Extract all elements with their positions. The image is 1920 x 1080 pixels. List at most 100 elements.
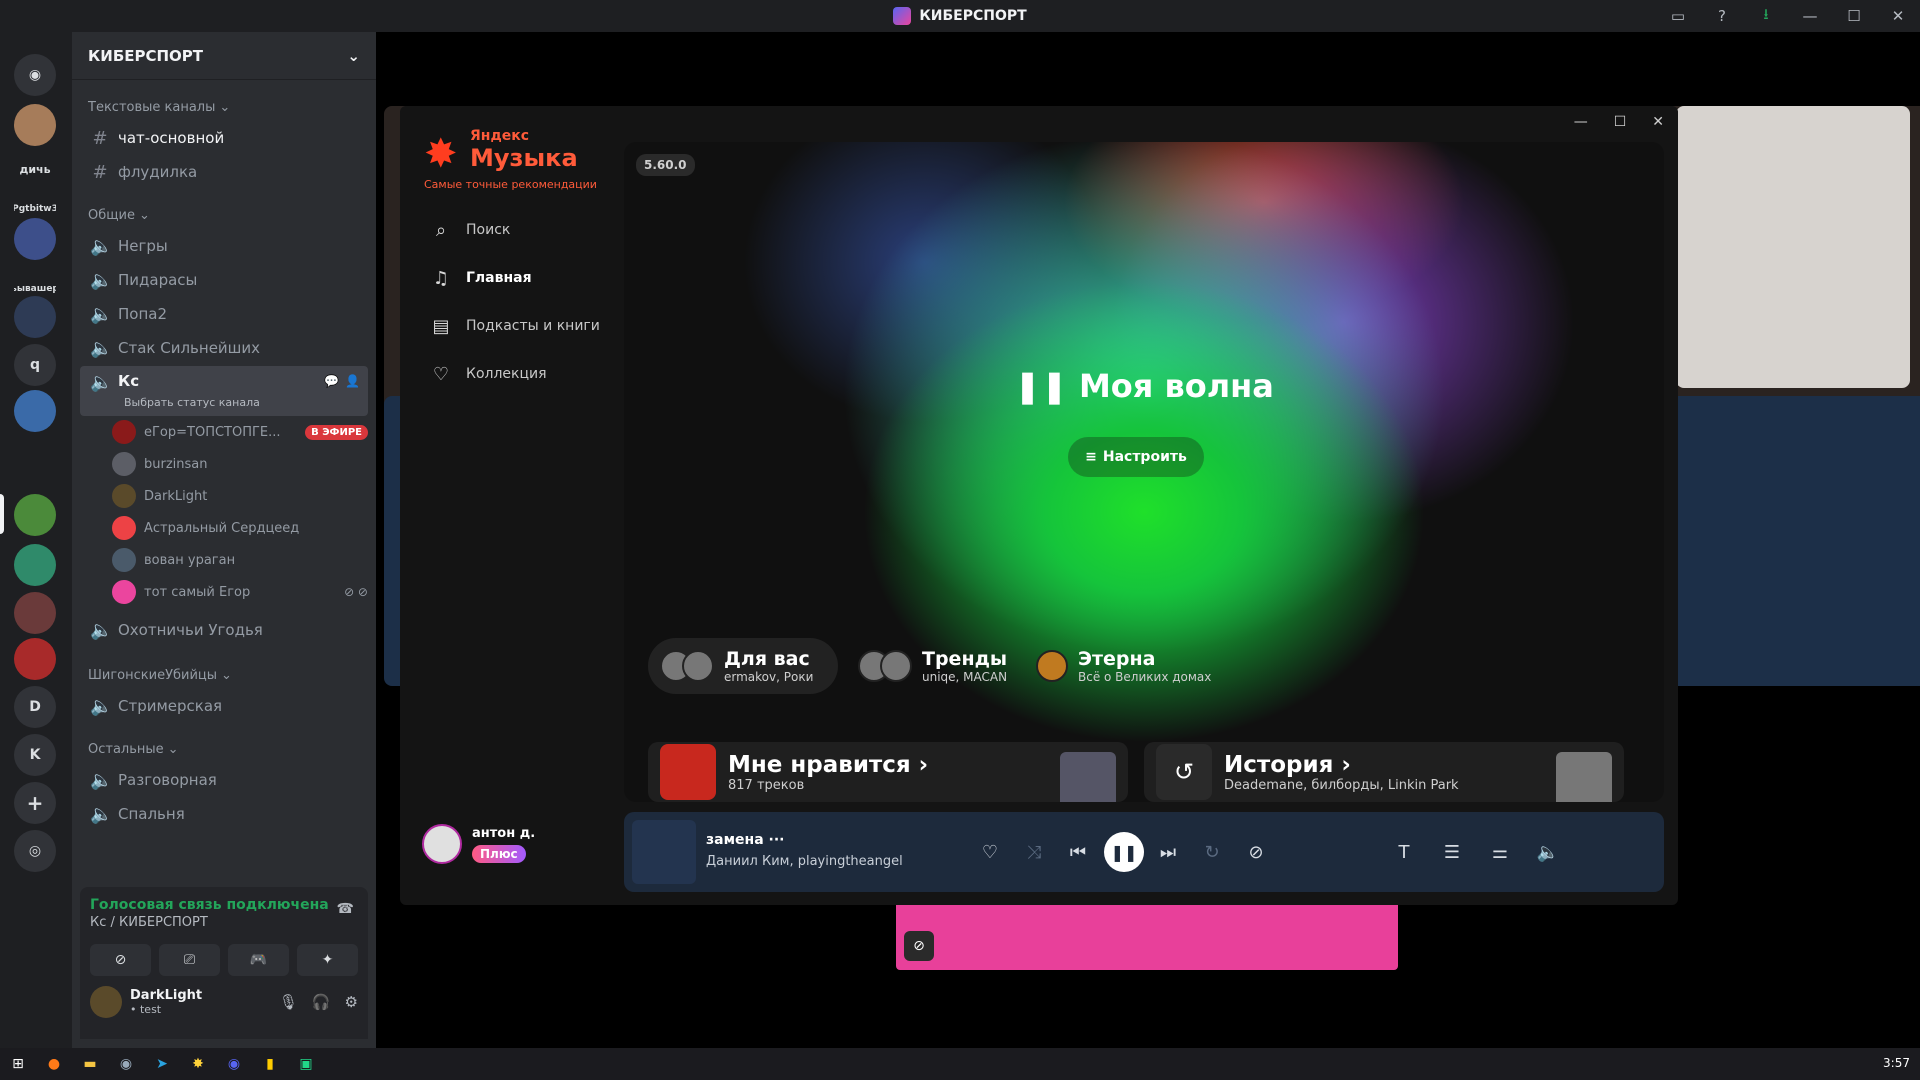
nav-search[interactable]: ⌕ Поиск <box>430 212 630 248</box>
next-icon[interactable]: ⏭ <box>1150 834 1186 870</box>
voice-channel[interactable]: 🔈 Охотничьи Угодья <box>80 614 368 646</box>
server-item[interactable]: q <box>14 344 56 386</box>
server-item[interactable]: дичь <box>14 148 56 190</box>
voice-user[interactable]: DarkLight <box>112 482 368 510</box>
nav-podcasts[interactable]: ▤ Подкасты и книги <box>430 308 630 344</box>
invite-icon[interactable]: 👤 <box>345 374 360 388</box>
channel-status[interactable]: Выбрать статус канала <box>124 396 260 409</box>
headphones-icon[interactable]: 🎧 <box>312 993 331 1011</box>
equalizer-icon[interactable]: ⚌ <box>1482 834 1518 870</box>
clock[interactable]: 3:57 <box>1883 1056 1910 1070</box>
wave-settings-button[interactable]: ≡ Настроить <box>1068 437 1204 477</box>
channel-flood[interactable]: # флудилка <box>80 156 368 188</box>
firefox-icon[interactable]: ● <box>36 1048 72 1080</box>
like-icon[interactable]: ♡ <box>972 834 1008 870</box>
steam-icon[interactable]: ◉ <box>108 1048 144 1080</box>
voice-channel[interactable]: 🔈 Стак Сильнейших <box>80 332 368 364</box>
discord-home-icon[interactable]: ◉ <box>14 54 56 96</box>
maximize-button[interactable]: ☐ <box>1832 0 1876 32</box>
track-cover[interactable] <box>632 820 696 884</box>
yandex-music-icon[interactable]: ✸ <box>180 1048 216 1080</box>
mic-icon[interactable]: 🎙 <box>279 993 298 1011</box>
voice-channel[interactable]: 🔈 Попа2 <box>80 298 368 330</box>
track-artists[interactable]: Даниил Ким, playingtheangel <box>706 854 903 869</box>
chat-icon[interactable]: 💬 <box>324 374 339 388</box>
close-button[interactable]: ✕ <box>1876 0 1920 32</box>
category-general[interactable]: Общие ⌄ <box>88 208 150 223</box>
start-icon[interactable]: ⊞ <box>0 1048 36 1080</box>
inbox-icon[interactable]: ▭ <box>1656 0 1700 32</box>
server-avatar[interactable] <box>14 104 56 146</box>
volume-icon[interactable]: 🔈 <box>1530 834 1566 870</box>
queue-icon[interactable]: ☰ <box>1434 834 1470 870</box>
activities-button[interactable]: 🎮 <box>228 944 289 976</box>
app-icon[interactable]: ▮ <box>252 1048 288 1080</box>
voice-channel[interactable]: 🔈 Разговорная <box>80 764 368 796</box>
voice-user[interactable]: тот самый Егор ⊘ ⊘ <box>112 578 368 606</box>
card-liked[interactable]: Мне нравится › 817 треков <box>648 742 1128 802</box>
guild-header[interactable]: КИБЕРСПОРТ ⌄ <box>72 32 376 80</box>
channel-chat-main[interactable]: # чат-основной <box>80 122 368 154</box>
close-button[interactable]: ✕ <box>1652 114 1664 130</box>
avatar[interactable] <box>90 986 122 1018</box>
maximize-button[interactable]: ☐ <box>1614 114 1627 130</box>
voice-status[interactable]: Голосовая связь подключена <box>90 897 358 913</box>
voice-location[interactable]: Кс / КИБЕРСПОРТ <box>90 915 358 930</box>
voice-channel-selected[interactable]: 🔈 Кс Выбрать статус канала 💬 👤 <box>80 366 368 416</box>
voice-user[interactable]: еГор=ТОПСТОПГЕ... В ЭФИРЕ <box>112 418 368 446</box>
voice-channel[interactable]: 🔈 Стримерская <box>80 690 368 722</box>
camera-off-button[interactable]: ⊘ <box>90 944 151 976</box>
track-title[interactable]: замена ··· <box>706 832 784 848</box>
server-avatar[interactable] <box>14 592 56 634</box>
download-icon[interactable]: ⭳ <box>1744 0 1788 32</box>
pycharm-icon[interactable]: ▣ <box>288 1048 324 1080</box>
dislike-icon[interactable]: ⊘ <box>1238 834 1274 870</box>
server-item[interactable]: D <box>14 686 56 728</box>
repeat-icon[interactable]: ↻ <box>1194 834 1230 870</box>
user-profile[interactable]: антон д. Плюс <box>422 824 535 864</box>
server-avatar[interactable] <box>14 544 56 586</box>
soundboard-button[interactable]: ✦ <box>297 944 358 976</box>
chip-trends[interactable]: Тренды uniqe, MACAN <box>846 638 1016 694</box>
stream-tile[interactable] <box>1676 106 1910 388</box>
category-text[interactable]: Текстовые каналы ⌄ <box>88 100 230 115</box>
server-avatar[interactable] <box>14 296 56 338</box>
plus-badge[interactable]: Плюс <box>472 844 526 863</box>
chip-eterna[interactable]: Этерна Всё о Великих домах <box>1024 638 1224 694</box>
explore-icon[interactable]: ◎ <box>14 830 56 872</box>
screen-share-button[interactable]: ⎚ <box>159 944 220 976</box>
server-avatar[interactable] <box>14 390 56 432</box>
more-icon[interactable]: ··· <box>769 832 785 848</box>
disconnect-icon[interactable]: ☎ <box>337 901 354 917</box>
category-shigon[interactable]: ШигонскиеУбийцы ⌄ <box>88 668 232 683</box>
chip-for-you[interactable]: Для вас ermakov, Роки <box>648 638 838 694</box>
voice-user[interactable]: вован ураган <box>112 546 368 574</box>
help-icon[interactable]: ? <box>1700 0 1744 32</box>
gear-icon[interactable]: ⚙ <box>345 993 358 1011</box>
server-avatar[interactable] <box>14 638 56 680</box>
nav-collection[interactable]: ♡ Коллекция <box>430 356 630 392</box>
previous-icon[interactable]: ⏮ <box>1060 834 1096 870</box>
telegram-icon[interactable]: ➤ <box>144 1048 180 1080</box>
card-history[interactable]: ↺ История › Deademane, билборды, Linkin P… <box>1144 742 1624 802</box>
my-wave-title[interactable]: ❚❚ Моя волна <box>624 367 1664 405</box>
folder-icon[interactable]: ▬ <box>72 1048 108 1080</box>
server-item[interactable]: K <box>14 734 56 776</box>
stream-tile-pink[interactable]: ⊘ <box>896 905 1398 970</box>
voice-channel[interactable]: 🔈 Негры <box>80 230 368 262</box>
voice-user[interactable]: Астральный Сердцеед <box>112 514 368 542</box>
server-avatar[interactable] <box>14 218 56 260</box>
discord-icon[interactable]: ◉ <box>216 1048 252 1080</box>
minimize-button[interactable]: — <box>1788 0 1832 32</box>
voice-user[interactable]: burzinsan <box>112 450 368 478</box>
nav-home[interactable]: ♫ Главная <box>430 260 630 296</box>
lyrics-icon[interactable]: T <box>1386 834 1422 870</box>
server-avatar[interactable] <box>14 494 56 536</box>
voice-channel[interactable]: 🔈 Пидарасы <box>80 264 368 296</box>
shuffle-icon[interactable]: ⤨ <box>1016 834 1052 870</box>
category-other[interactable]: Остальные ⌄ <box>88 742 179 757</box>
voice-channel[interactable]: 🔈 Спальня <box>80 798 368 830</box>
minimize-button[interactable]: — <box>1574 114 1588 130</box>
pause-button[interactable]: ❚❚ <box>1104 832 1144 872</box>
add-server-icon[interactable]: + <box>14 782 56 824</box>
